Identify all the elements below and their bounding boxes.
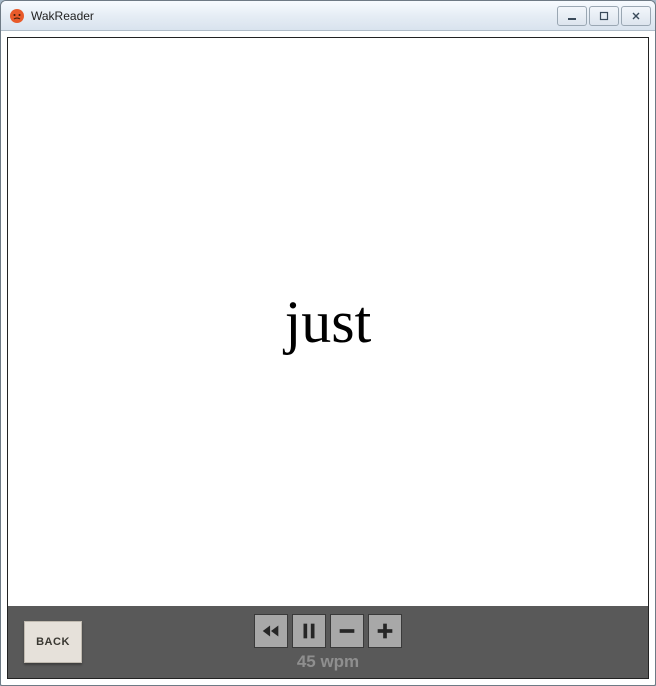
titlebar[interactable]: WakReader xyxy=(1,1,655,31)
app-icon xyxy=(9,8,25,24)
wpm-label: 45 wpm xyxy=(297,652,359,672)
pause-icon xyxy=(298,620,320,642)
window-title: WakReader xyxy=(31,9,557,23)
back-button[interactable]: BACK xyxy=(24,621,82,663)
current-word: just xyxy=(285,288,372,357)
word-display: just xyxy=(8,38,648,606)
speed-up-button[interactable] xyxy=(368,614,402,648)
control-bar: BACK xyxy=(8,606,648,678)
speed-down-button[interactable] xyxy=(330,614,364,648)
rewind-icon xyxy=(260,620,282,642)
minimize-button[interactable] xyxy=(557,6,587,26)
minus-icon xyxy=(336,620,358,642)
maximize-button[interactable] xyxy=(589,6,619,26)
playback-controls xyxy=(254,614,402,648)
reader-frame: just BACK xyxy=(7,37,649,679)
window-controls xyxy=(557,6,651,26)
pause-button[interactable] xyxy=(292,614,326,648)
content-area: just BACK xyxy=(1,31,655,685)
rewind-button[interactable] xyxy=(254,614,288,648)
app-window: WakReader just BACK xyxy=(0,0,656,686)
plus-icon xyxy=(374,620,396,642)
close-button[interactable] xyxy=(621,6,651,26)
back-button-label: BACK xyxy=(36,636,70,648)
